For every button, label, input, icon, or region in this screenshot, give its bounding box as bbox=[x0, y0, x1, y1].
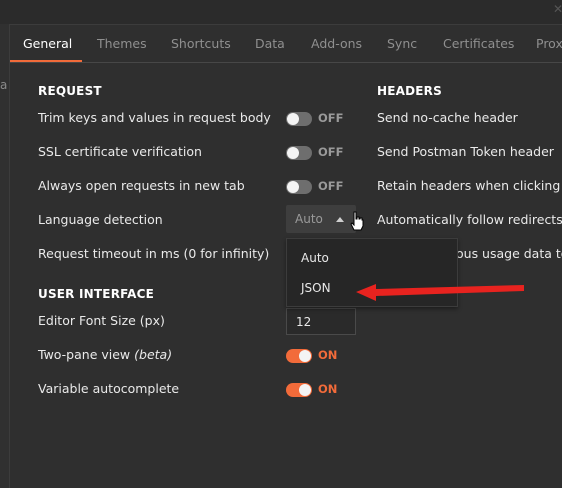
toggle-knob bbox=[299, 384, 311, 396]
active-tab-underline bbox=[10, 60, 82, 62]
two-pane-toggle[interactable]: ON bbox=[286, 347, 346, 363]
newtab-label: Always open requests in new tab bbox=[38, 178, 245, 193]
beta-tag: (beta) bbox=[134, 347, 173, 362]
autocomplete-toggle[interactable]: ON bbox=[286, 381, 346, 397]
two-pane-label-text: Two-pane view bbox=[38, 347, 131, 362]
nocache-label: Send no-cache header bbox=[377, 110, 518, 125]
two-pane-label: Two-pane view (beta) bbox=[38, 347, 172, 362]
headers-heading: HEADERS bbox=[377, 84, 442, 98]
hand-cursor-icon bbox=[350, 211, 364, 231]
annotation-arrow-icon bbox=[356, 284, 524, 301]
toggle-state: OFF bbox=[318, 179, 344, 193]
tab-data[interactable]: Data bbox=[255, 36, 285, 51]
toggle-knob bbox=[287, 181, 299, 193]
toggle-knob bbox=[299, 350, 311, 362]
ssl-toggle[interactable]: OFF bbox=[286, 144, 346, 160]
dropdown-option-auto[interactable]: Auto bbox=[301, 251, 329, 265]
language-detection-select[interactable]: Auto bbox=[286, 205, 356, 233]
toggle-state: ON bbox=[318, 382, 338, 396]
toggle-state: ON bbox=[318, 348, 338, 362]
retain-headers-label: Retain headers when clicking on l bbox=[377, 178, 562, 193]
timeout-label: Request timeout in ms (0 for infinity) bbox=[38, 246, 270, 261]
ssl-label: SSL certificate verification bbox=[38, 144, 202, 159]
background-text: a bbox=[0, 78, 8, 92]
toggle-knob bbox=[287, 147, 299, 159]
toggle-knob bbox=[287, 113, 299, 125]
usage-data-label: ous usage data to P bbox=[456, 246, 562, 261]
token-label: Send Postman Token header bbox=[377, 144, 554, 159]
trim-toggle[interactable]: OFF bbox=[286, 110, 346, 126]
tab-general[interactable]: General bbox=[23, 36, 72, 51]
tab-add-ons[interactable]: Add-ons bbox=[311, 36, 362, 51]
redirects-label: Automatically follow redirects bbox=[377, 212, 562, 227]
request-heading: REQUEST bbox=[38, 84, 102, 98]
toggle-state: OFF bbox=[318, 111, 344, 125]
font-size-label: Editor Font Size (px) bbox=[38, 313, 165, 328]
ui-heading: USER INTERFACE bbox=[38, 287, 155, 301]
trim-label: Trim keys and values in request body bbox=[38, 110, 271, 125]
language-detection-label: Language detection bbox=[38, 212, 163, 227]
settings-tabs: General Themes Shortcuts Data Add-ons Sy… bbox=[10, 25, 562, 63]
top-bar: ✕ bbox=[0, 0, 562, 24]
toggle-state: OFF bbox=[318, 145, 344, 159]
select-value: Auto bbox=[295, 212, 323, 226]
caret-up-icon bbox=[336, 217, 344, 222]
close-icon[interactable]: ✕ bbox=[553, 2, 562, 16]
tab-proxy[interactable]: Proxy bbox=[536, 36, 562, 51]
dropdown-option-json[interactable]: JSON bbox=[301, 281, 331, 295]
font-size-input[interactable] bbox=[286, 308, 356, 335]
settings-modal: General Themes Shortcuts Data Add-ons Sy… bbox=[9, 24, 562, 488]
tab-sync[interactable]: Sync bbox=[387, 36, 417, 51]
autocomplete-label: Variable autocomplete bbox=[38, 381, 180, 396]
tab-certificates[interactable]: Certificates bbox=[443, 36, 514, 51]
tab-shortcuts[interactable]: Shortcuts bbox=[171, 36, 231, 51]
tab-themes[interactable]: Themes bbox=[97, 36, 147, 51]
newtab-toggle[interactable]: OFF bbox=[286, 178, 346, 194]
